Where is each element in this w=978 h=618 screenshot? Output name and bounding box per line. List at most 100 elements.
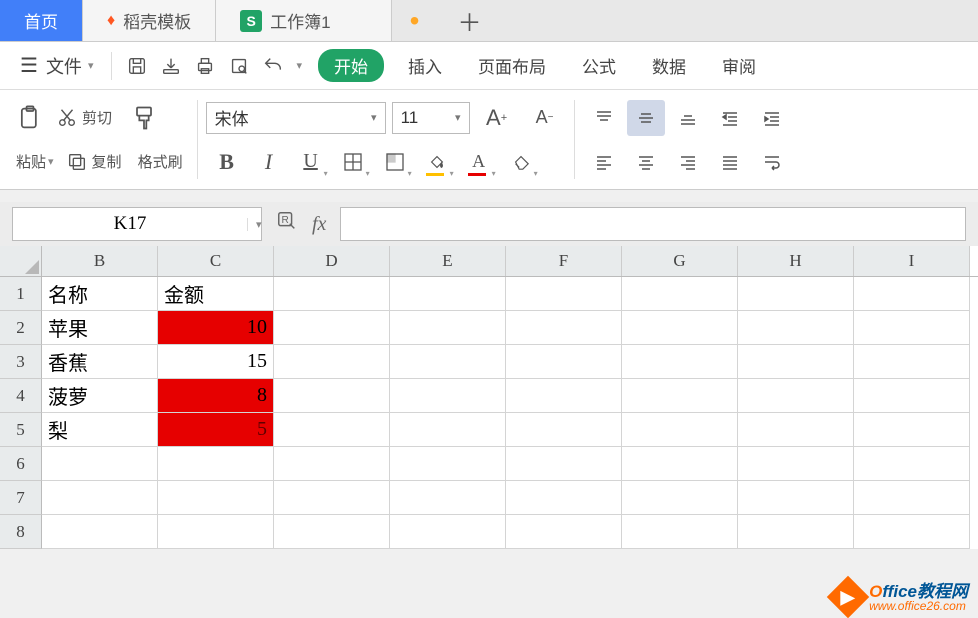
cell[interactable] [390,515,506,549]
cell[interactable] [622,515,738,549]
cell[interactable] [854,447,970,481]
export-button[interactable] [154,49,188,83]
cell[interactable] [390,481,506,515]
cell[interactable] [274,311,390,345]
cell[interactable]: 梨 [42,413,158,447]
ribbon-tab-page-layout[interactable]: 页面布局 [460,53,564,78]
cell[interactable] [42,481,158,515]
underline-button[interactable]: U▾ [292,144,330,180]
cell[interactable]: 8 [158,379,274,413]
print-button[interactable] [188,49,222,83]
select-all-corner[interactable] [0,246,42,276]
cell[interactable] [738,345,854,379]
cell[interactable] [622,311,738,345]
chevron-down-icon[interactable]: ▾ [247,218,270,231]
cell[interactable] [42,515,158,549]
ribbon-tab-data[interactable]: 数据 [634,53,704,78]
align-left-button[interactable] [585,144,623,180]
cell[interactable] [274,379,390,413]
italic-button[interactable]: I [250,144,288,180]
row-header[interactable]: 6 [0,447,42,481]
cell[interactable] [390,413,506,447]
cell[interactable] [274,481,390,515]
undo-dropdown[interactable]: ▾ [296,59,302,72]
name-box-input[interactable] [13,213,247,235]
column-header[interactable]: H [738,246,854,276]
column-header[interactable]: B [42,246,158,276]
cell[interactable] [854,345,970,379]
cell[interactable]: 苹果 [42,311,158,345]
cell[interactable] [738,413,854,447]
column-header[interactable]: G [622,246,738,276]
cell[interactable] [274,515,390,549]
cell[interactable] [854,515,970,549]
align-bottom-button[interactable] [669,100,707,136]
row-header[interactable]: 2 [0,311,42,345]
clear-format-button[interactable]: ▾ [502,144,540,180]
copy-button[interactable]: 复制 [60,151,128,173]
cell[interactable] [854,277,970,311]
tab-add-button[interactable]: ＋ [437,0,501,41]
bold-button[interactable]: B [208,144,246,180]
decrease-font-button[interactable]: A− [526,100,564,136]
justify-button[interactable] [711,144,749,180]
tab-docer[interactable]: ♦ 稻壳模板 [83,0,216,41]
column-header[interactable]: F [506,246,622,276]
cell[interactable] [622,345,738,379]
name-box[interactable]: ▾ [12,207,262,241]
ribbon-tab-formulas[interactable]: 公式 [564,53,634,78]
cell[interactable] [390,345,506,379]
align-right-button[interactable] [669,144,707,180]
cell[interactable]: 5 [158,413,274,447]
tab-home[interactable]: 首页 [0,0,83,41]
cell[interactable] [158,481,274,515]
cell[interactable]: 金额 [158,277,274,311]
ribbon-tab-review[interactable]: 审阅 [704,53,774,78]
cell[interactable] [738,515,854,549]
save-button[interactable] [120,49,154,83]
cell[interactable] [390,447,506,481]
row-header[interactable]: 7 [0,481,42,515]
wrap-text-button[interactable] [753,144,791,180]
align-top-button[interactable] [585,100,623,136]
increase-font-button[interactable]: A+ [478,100,516,136]
row-header[interactable]: 5 [0,413,42,447]
column-header[interactable]: E [390,246,506,276]
cell[interactable] [854,311,970,345]
cell[interactable] [390,311,506,345]
cell[interactable] [274,345,390,379]
cell[interactable] [738,481,854,515]
ribbon-tab-insert[interactable]: 插入 [390,53,460,78]
fx-icon[interactable]: fx [312,213,326,236]
cell[interactable]: 名称 [42,277,158,311]
row-header[interactable]: 8 [0,515,42,549]
formula-input[interactable] [340,207,966,241]
cell[interactable] [42,447,158,481]
undo-button[interactable] [256,49,290,83]
file-menu[interactable]: ☰ 文件 ▾ [10,53,103,79]
ribbon-tab-start[interactable]: 开始 [318,49,384,82]
cell[interactable] [738,311,854,345]
font-size-select[interactable]: 11 ▾ [392,102,470,134]
cell[interactable] [854,481,970,515]
cell[interactable] [622,481,738,515]
cell[interactable] [506,379,622,413]
cell[interactable] [158,447,274,481]
cell[interactable] [390,379,506,413]
cell[interactable] [738,379,854,413]
cell[interactable] [506,345,622,379]
cell[interactable]: 15 [158,345,274,379]
column-header[interactable]: D [274,246,390,276]
paste-label-button[interactable]: 粘贴 ▾ [10,151,60,172]
align-center-button[interactable] [627,144,665,180]
border-button[interactable]: ▾ [334,144,372,180]
cell[interactable]: 菠萝 [42,379,158,413]
cell[interactable]: 10 [158,311,274,345]
font-name-select[interactable]: 宋体 ▾ [206,102,386,134]
cell[interactable] [622,277,738,311]
column-header[interactable]: C [158,246,274,276]
fill-color-button[interactable]: ▾ [418,144,456,180]
cell[interactable] [622,413,738,447]
row-header[interactable]: 3 [0,345,42,379]
cell[interactable] [274,447,390,481]
